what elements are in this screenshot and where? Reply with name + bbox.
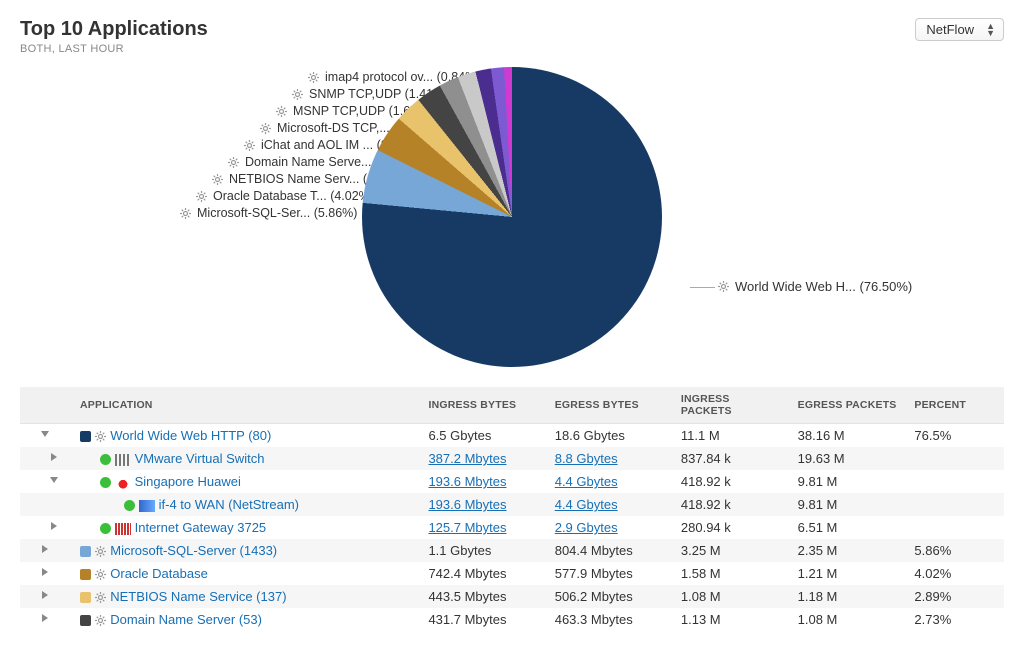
app-link[interactable]: Domain Name Server (53) <box>110 612 262 627</box>
gear-icon <box>292 89 303 100</box>
table-row: Domain Name Server (53)431.7 Mbytes463.3… <box>20 608 1004 631</box>
color-swatch <box>80 592 91 603</box>
gear-icon <box>95 569 107 581</box>
app-link[interactable]: Singapore Huawei <box>135 474 241 489</box>
color-swatch <box>80 546 91 557</box>
egress-bytes-link[interactable]: 4.4 Gbytes <box>555 474 618 489</box>
table-row: Internet Gateway 3725 125.7 Mbytes 2.9 Gby… <box>20 516 1004 539</box>
caret-right-icon[interactable] <box>51 522 57 530</box>
gear-icon <box>180 208 191 219</box>
huawei-icon <box>115 477 131 489</box>
gear-icon <box>212 174 223 185</box>
ingress-bytes-link[interactable]: 387.2 Mbytes <box>428 451 506 466</box>
col-percent[interactable]: PERCENT <box>906 387 1004 424</box>
caret-right-icon[interactable] <box>42 591 48 599</box>
vmware-icon <box>115 454 131 466</box>
color-swatch <box>100 477 111 488</box>
color-swatch <box>124 500 135 511</box>
ingress-bytes-link[interactable]: 193.6 Mbytes <box>428 497 506 512</box>
col-egress-packets[interactable]: EGRESS PACKETS <box>790 387 907 424</box>
gear-icon <box>196 191 207 202</box>
pie-chart: imap4 protocol ov... (0.84%)SNMP TCP,UDP… <box>20 67 1004 367</box>
ingress-bytes-link[interactable]: 125.7 Mbytes <box>428 520 506 535</box>
caret-down-icon[interactable] <box>50 477 58 483</box>
egress-bytes-link[interactable]: 8.8 Gbytes <box>555 451 618 466</box>
col-application[interactable]: APPLICATION <box>72 387 420 424</box>
app-link[interactable]: World Wide Web HTTP (80) <box>110 428 271 443</box>
flow-type-label: NetFlow <box>926 22 974 37</box>
app-link[interactable]: Oracle Database <box>110 566 208 581</box>
app-link[interactable]: VMware Virtual Switch <box>135 451 265 466</box>
col-egress-bytes[interactable]: EGRESS BYTES <box>547 387 673 424</box>
egress-bytes-link[interactable]: 2.9 Gbytes <box>555 520 618 535</box>
color-swatch <box>100 523 111 534</box>
pie-graphic <box>362 67 662 367</box>
updown-icon: ▲▼ <box>986 23 995 37</box>
table-row: if-4 to WAN (NetStream) 193.6 Mbytes 4.4 G… <box>20 493 1004 516</box>
app-link[interactable]: NETBIOS Name Service (137) <box>110 589 286 604</box>
table-row: VMware Virtual Switch 387.2 Mbytes 8.8 Gby… <box>20 447 1004 470</box>
color-swatch <box>80 615 91 626</box>
gear-icon <box>244 140 255 151</box>
gear-icon <box>308 72 319 83</box>
caret-right-icon[interactable] <box>51 453 57 461</box>
ingress-bytes-link[interactable]: 193.6 Mbytes <box>428 474 506 489</box>
color-swatch <box>100 454 111 465</box>
table-row: World Wide Web HTTP (80)6.5 Gbytes18.6 G… <box>20 424 1004 448</box>
table-row: NETBIOS Name Service (137)443.5 Mbytes50… <box>20 585 1004 608</box>
gear-icon <box>95 431 107 443</box>
cisco-icon <box>115 523 131 535</box>
table-row: Microsoft-SQL-Server (1433)1.1 Gbytes804… <box>20 539 1004 562</box>
caret-right-icon[interactable] <box>42 568 48 576</box>
table-row: Oracle Database742.4 Mbytes577.9 Mbytes1… <box>20 562 1004 585</box>
col-ingress-packets[interactable]: INGRESS PACKETS <box>673 387 790 424</box>
caret-right-icon[interactable] <box>42 614 48 622</box>
page-subtitle: BOTH, LAST HOUR <box>20 43 208 55</box>
table-row: Singapore Huawei193.6 Mbytes4.4 Gbytes41… <box>20 470 1004 493</box>
egress-bytes-link[interactable]: 4.4 Gbytes <box>555 497 618 512</box>
gear-icon <box>95 615 107 627</box>
app-link[interactable]: Microsoft-SQL-Server (1433) <box>110 543 277 558</box>
gear-icon <box>95 546 107 558</box>
caret-down-icon[interactable] <box>41 431 49 437</box>
color-swatch <box>80 431 91 442</box>
page-title: Top 10 Applications <box>20 18 208 41</box>
app-link[interactable]: if-4 to WAN (NetStream) <box>159 497 299 512</box>
chart-main-label: World Wide Web H... (76.50%) <box>718 279 912 294</box>
applications-table: APPLICATION INGRESS BYTES EGRESS BYTES I… <box>20 387 1004 631</box>
gear-icon <box>228 157 239 168</box>
gear-icon <box>276 106 287 117</box>
app-link[interactable]: Internet Gateway 3725 <box>135 520 267 535</box>
netstream-icon <box>139 500 155 512</box>
gear-icon <box>718 281 729 292</box>
gear-icon <box>95 592 107 604</box>
col-ingress-bytes[interactable]: INGRESS BYTES <box>420 387 546 424</box>
flow-type-select[interactable]: NetFlow ▲▼ <box>915 18 1004 41</box>
caret-right-icon[interactable] <box>42 545 48 553</box>
gear-icon <box>260 123 271 134</box>
color-swatch <box>80 569 91 580</box>
